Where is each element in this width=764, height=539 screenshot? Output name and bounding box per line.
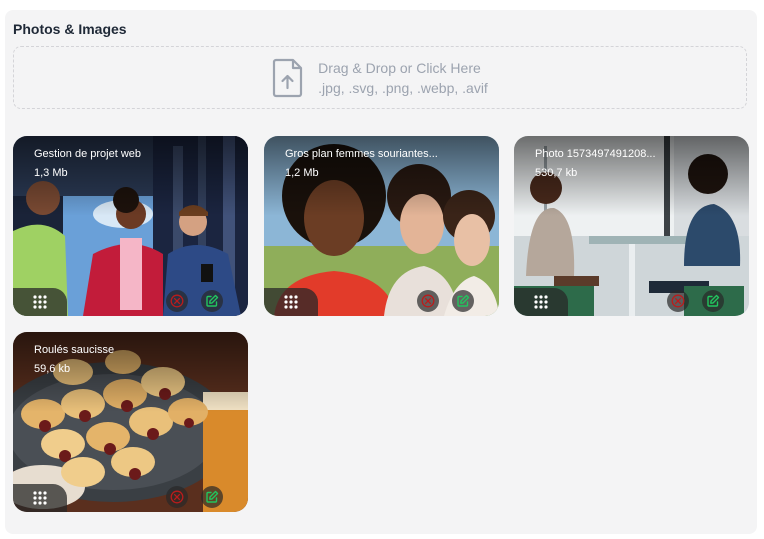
file-upload-icon xyxy=(273,58,303,97)
delete-image-button[interactable] xyxy=(166,290,188,312)
image-name: Gros plan femmes souriantes... xyxy=(285,148,438,160)
edit-image-button[interactable] xyxy=(452,290,474,312)
image-card[interactable]: Photo 1573497491208... 530,7 kb xyxy=(514,136,749,316)
delete-image-button[interactable] xyxy=(417,290,439,312)
drag-handle-icon xyxy=(33,491,47,505)
edit-icon xyxy=(206,490,219,503)
image-name: Roulés saucisse xyxy=(34,344,115,356)
drag-handle-icon xyxy=(534,295,548,309)
image-name: Photo 1573497491208... xyxy=(535,148,656,160)
remove-circle-icon xyxy=(170,490,184,504)
dropzone-formats: .jpg, .svg, .png, .webp, .avif xyxy=(318,79,488,96)
drag-handle[interactable] xyxy=(514,288,568,316)
edit-image-button[interactable] xyxy=(702,290,724,312)
drag-handle[interactable] xyxy=(13,484,67,512)
edit-icon xyxy=(206,294,219,307)
upload-dropzone[interactable]: Drag & Drop or Click Here .jpg, .svg, .p… xyxy=(13,46,747,109)
drag-handle[interactable] xyxy=(13,288,67,316)
image-size: 59,6 kb xyxy=(34,363,71,375)
image-card[interactable]: Roulés saucisse 59,6 kb xyxy=(13,332,248,512)
dropzone-instruction: Drag & Drop or Click Here xyxy=(318,59,481,76)
image-size: 1,2 Mb xyxy=(285,167,319,179)
section-title: Photos & Images xyxy=(13,21,127,37)
image-size: 1,3 Mb xyxy=(34,167,68,179)
remove-circle-icon xyxy=(421,294,435,308)
drag-handle[interactable] xyxy=(264,288,318,316)
remove-circle-icon xyxy=(170,294,184,308)
delete-image-button[interactable] xyxy=(166,486,188,508)
image-size: 530,7 kb xyxy=(535,167,578,179)
dropzone-text: Drag & Drop or Click Here .jpg, .svg, .p… xyxy=(318,58,488,98)
delete-image-button[interactable] xyxy=(667,290,689,312)
drag-handle-icon xyxy=(33,295,47,309)
image-name: Gestion de projet web xyxy=(34,148,142,160)
edit-image-button[interactable] xyxy=(201,486,223,508)
image-card[interactable]: Gros plan femmes souriantes... 1,2 Mb xyxy=(264,136,499,316)
image-card[interactable]: Gestion de projet web 1,3 Mb xyxy=(13,136,248,316)
edit-icon xyxy=(707,294,720,307)
drag-handle-icon xyxy=(284,295,298,309)
edit-image-button[interactable] xyxy=(201,290,223,312)
remove-circle-icon xyxy=(671,294,685,308)
edit-icon xyxy=(457,294,470,307)
